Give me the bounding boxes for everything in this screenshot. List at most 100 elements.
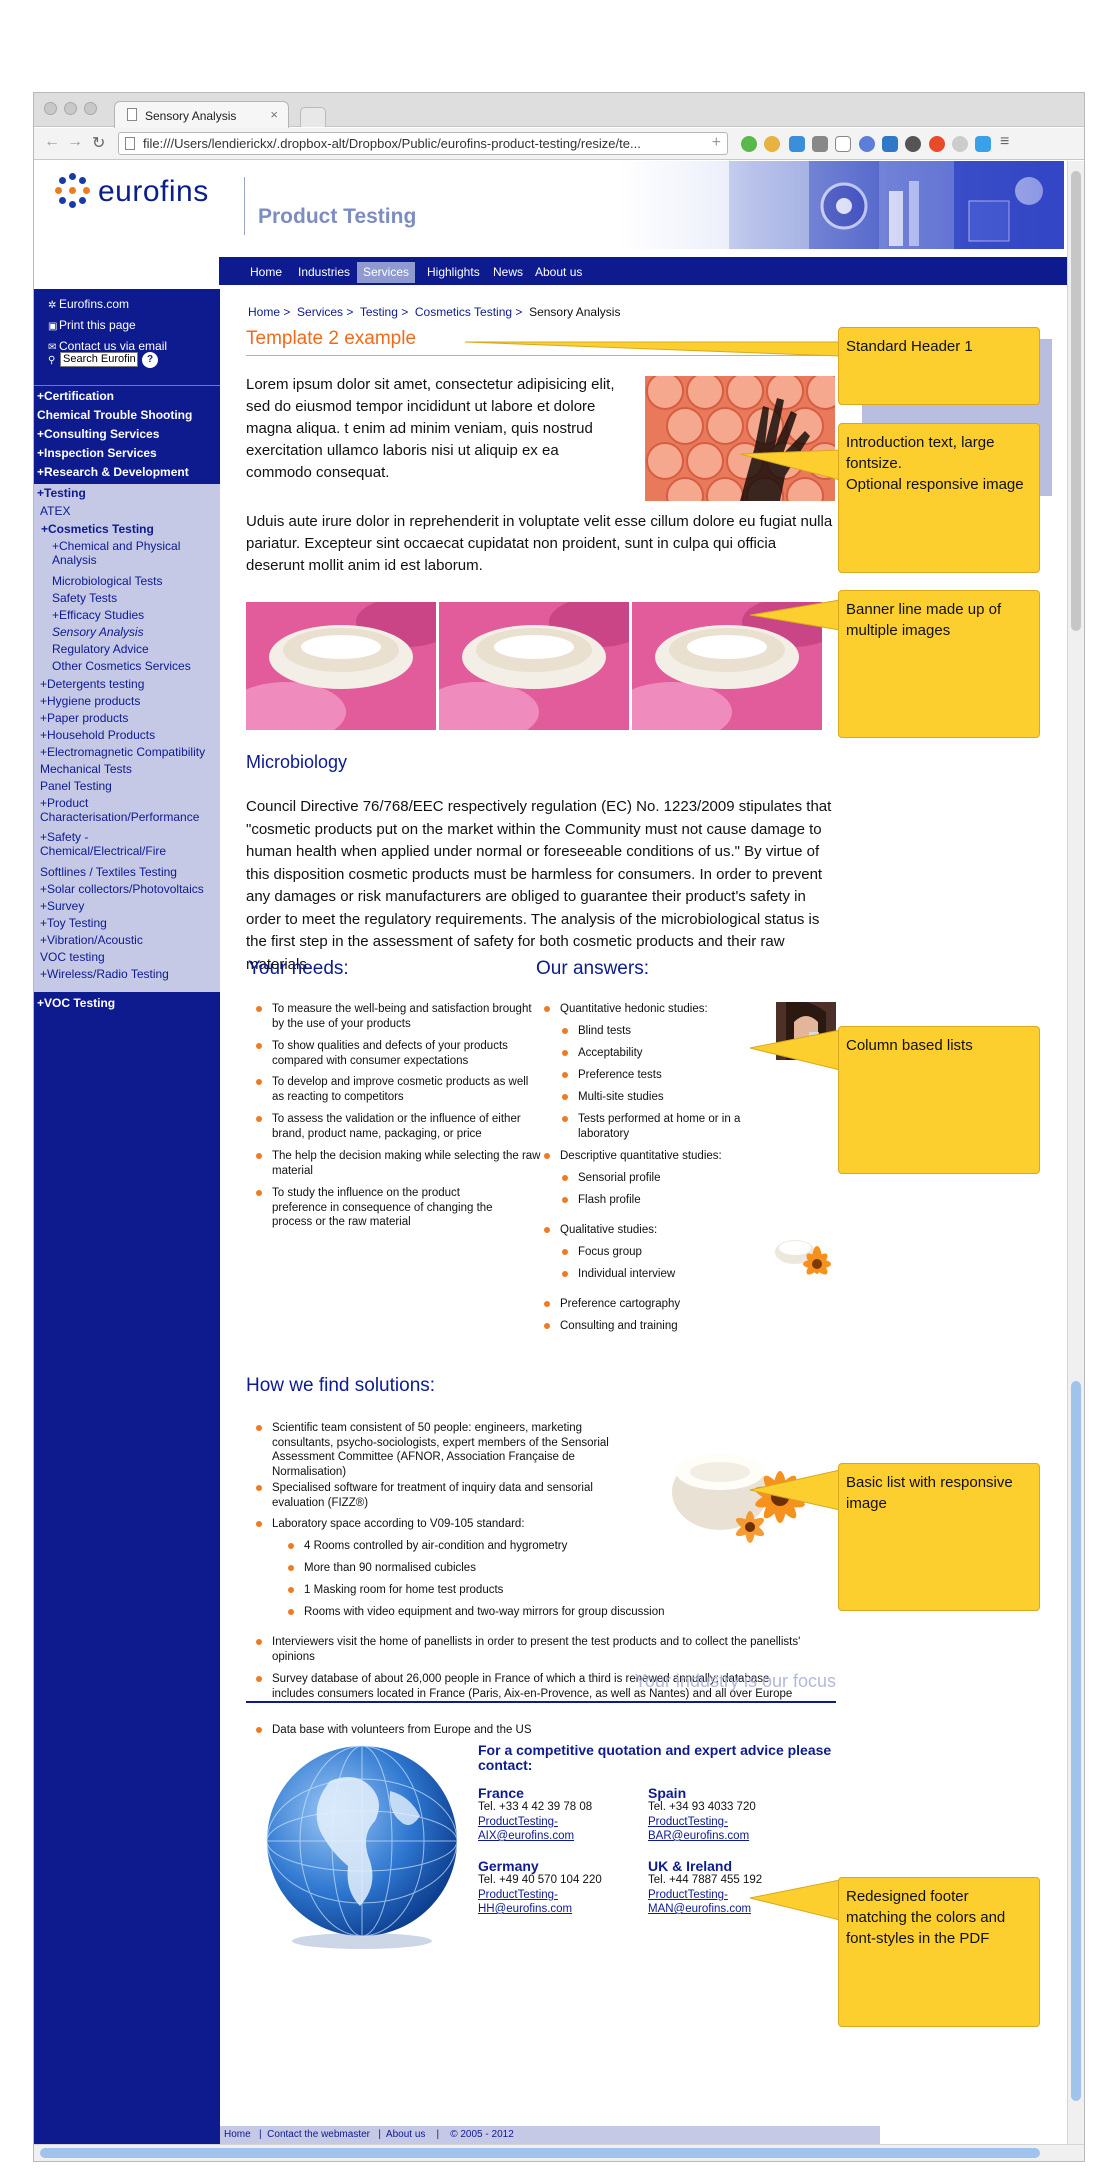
sidebar-item-voc[interactable]: VOC testing: [40, 950, 105, 964]
sidebar-item-wireless[interactable]: +Wireless/Radio Testing: [40, 967, 169, 981]
extension-icon[interactable]: [952, 136, 968, 152]
close-tab-icon[interactable]: ×: [270, 107, 278, 122]
sidebar-item-other-cosmetics[interactable]: Other Cosmetics Services: [52, 659, 191, 673]
answers-subitem: Blind tests: [562, 1024, 758, 1039]
close-window-button[interactable]: [44, 102, 57, 115]
eurofins-logo[interactable]: eurofins: [54, 173, 254, 223]
search-help-button[interactable]: ?: [142, 352, 158, 368]
nav-industries[interactable]: Industries: [292, 262, 356, 283]
sidebar-item-emc[interactable]: +Electromagnetic Compatibility: [40, 745, 205, 759]
browser-tab[interactable]: Sensory Analysis ×: [114, 101, 289, 128]
cream-jar-image: [246, 602, 436, 730]
solutions-title: How we find solutions:: [246, 1375, 436, 1396]
new-tab-button[interactable]: [300, 107, 326, 127]
sidebar-item-cosmetics[interactable]: +Cosmetics Testing: [41, 522, 154, 536]
sidebar-item-solar[interactable]: +Solar collectors/Photovoltaics: [40, 882, 204, 896]
answers-subitem: Tests performed at home or in a laborato…: [562, 1112, 758, 1141]
sidebar-item-safety[interactable]: Safety Tests: [52, 591, 117, 605]
gear-icon[interactable]: [905, 136, 921, 152]
sidebar-item-voc-testing[interactable]: +VOC Testing: [37, 996, 115, 1010]
banner-line: [246, 602, 836, 730]
zoom-window-button[interactable]: [84, 102, 97, 115]
sidebar-item-regulatory[interactable]: Regulatory Advice: [52, 642, 149, 656]
sidebar-item-paper[interactable]: +Paper products: [40, 711, 128, 725]
extension-icon[interactable]: [812, 136, 828, 152]
scrollbar-thumb[interactable]: [40, 2148, 1040, 2158]
nav-highlights[interactable]: Highlights: [421, 262, 486, 283]
forward-icon[interactable]: →: [67, 133, 83, 151]
answers-subitem: Acceptability: [562, 1046, 758, 1061]
extension-icon[interactable]: [859, 136, 875, 152]
sidebar-item-efficacy[interactable]: +Efficacy Studies: [52, 608, 144, 622]
cream-jar-image: [439, 602, 629, 730]
sidebar-item-safety-chemical[interactable]: +Safety - Chemical/Electrical/Fire: [40, 830, 215, 858]
globe-icon: [266, 1745, 458, 1949]
top-navigation: Home Industries Services Highlights News…: [219, 257, 1068, 285]
sidebar-item-softlines[interactable]: Softlines / Textiles Testing: [40, 865, 177, 879]
needs-item: To develop and improve cosmetic products…: [256, 1075, 542, 1104]
breadcrumb-testing[interactable]: Testing >: [360, 305, 408, 319]
sidebar-item-chemical[interactable]: Chemical Trouble Shooting: [37, 408, 192, 422]
sidebar-item-hygiene[interactable]: +Hygiene products: [40, 694, 140, 708]
bottom-bar[interactable]: Home | Contact the webmaster | About us …: [220, 2126, 880, 2144]
sidebar-item-atex[interactable]: ATEX: [40, 504, 70, 518]
nav-home[interactable]: Home: [244, 262, 288, 283]
person-photo: [776, 1002, 836, 1060]
sidebar-item-research[interactable]: +Research & Development: [37, 465, 189, 479]
sidebar-item-sensory[interactable]: Sensory Analysis: [52, 625, 144, 639]
header-image-fade: [619, 161, 1064, 249]
banner-image-1: [246, 602, 436, 730]
sidebar-item-testing[interactable]: +Testing: [37, 486, 86, 500]
nav-services[interactable]: Services: [357, 262, 416, 283]
answers-subitem: Focus group: [562, 1245, 758, 1260]
extension-icon[interactable]: [882, 136, 898, 152]
extension-icon[interactable]: [929, 136, 945, 152]
address-bar[interactable]: file:///Users/lendierickx/.dropbox-alt/D…: [118, 132, 728, 155]
answers-item: Consulting and training: [544, 1319, 780, 1334]
sidebar-link-eurofins[interactable]: ✲ Eurofins.com: [48, 297, 129, 311]
annotation-note: Banner line made up of multiple images: [838, 590, 1040, 738]
sidebar-item-vibration[interactable]: +Vibration/Acoustic: [40, 933, 143, 947]
contact-email-link[interactable]: ProductTesting-BAR@eurofins.com: [648, 1815, 768, 1843]
sidebar-item-mechanical[interactable]: Mechanical Tests: [40, 762, 132, 776]
contact-email-link[interactable]: ProductTesting-MAN@eurofins.com: [648, 1888, 768, 1916]
sidebar-item-household[interactable]: +Household Products: [40, 728, 155, 742]
extension-icon[interactable]: [975, 136, 991, 152]
sidebar-item-consulting[interactable]: +Consulting Services: [37, 427, 159, 441]
breadcrumb-home[interactable]: Home >: [248, 305, 290, 319]
back-icon[interactable]: ←: [44, 133, 60, 151]
sidebar-item-chemical-physical[interactable]: +Chemical and Physical Analysis: [52, 539, 212, 567]
contact-email-link[interactable]: ProductTesting-HH@eurofins.com: [478, 1888, 598, 1916]
extension-icon[interactable]: [789, 136, 805, 152]
sidebar-item-survey[interactable]: +Survey: [40, 899, 84, 913]
vertical-scrollbar[interactable]: [1067, 161, 1084, 2146]
annotation-note: Column based lists: [838, 1026, 1040, 1174]
search-input[interactable]: Search Eurofin: [60, 352, 138, 367]
breadcrumb-services[interactable]: Services >: [297, 305, 353, 319]
menu-icon[interactable]: ≡: [1000, 133, 1009, 151]
contact-country: UK & Ireland: [648, 1858, 733, 1874]
sidebar-item-characterisation[interactable]: +Product Characterisation/Performance: [40, 796, 215, 824]
sidebar-item-certification[interactable]: +Certification: [37, 389, 114, 403]
sidebar-item-inspection[interactable]: +Inspection Services: [37, 446, 157, 460]
sidebar-item-toy[interactable]: +Toy Testing: [40, 916, 107, 930]
extension-icon[interactable]: [835, 136, 851, 152]
breadcrumb-cosmetics[interactable]: Cosmetics Testing >: [415, 305, 523, 319]
sidebar-item-microbiological[interactable]: Microbiological Tests: [52, 574, 163, 588]
sidebar-item-detergents[interactable]: +Detergents testing: [40, 677, 144, 691]
needs-item: To show qualities and defects of your pr…: [256, 1039, 542, 1068]
minimize-window-button[interactable]: [64, 102, 77, 115]
extension-icon[interactable]: [764, 136, 780, 152]
bookmark-icon[interactable]: +: [712, 134, 721, 152]
scrollbar-thumb[interactable]: [1071, 171, 1081, 631]
sidebar-item-panel[interactable]: Panel Testing: [40, 779, 112, 793]
extension-icon[interactable]: [741, 136, 757, 152]
answers-item: Qualitative studies:: [544, 1223, 760, 1238]
reload-icon[interactable]: ↻: [92, 133, 105, 153]
nav-news[interactable]: News: [487, 262, 529, 283]
nav-about[interactable]: About us: [529, 262, 588, 283]
sidebar-link-contact[interactable]: ✉ Contact us via email: [48, 339, 167, 353]
sidebar-link-print[interactable]: ▣ Print this page: [48, 318, 136, 332]
horizontal-scrollbar[interactable]: [34, 2144, 1084, 2161]
contact-email-link[interactable]: ProductTesting-AIX@eurofins.com: [478, 1815, 598, 1843]
